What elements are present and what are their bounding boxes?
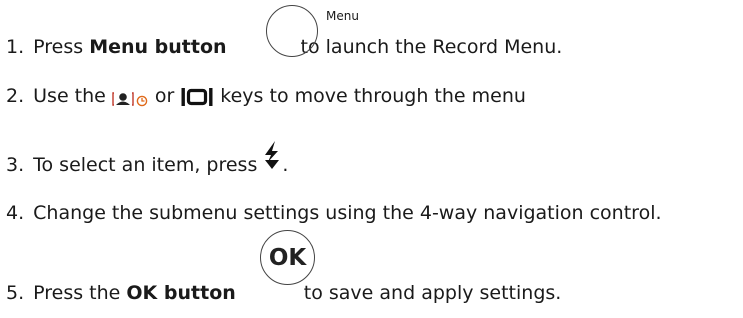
- step-text: .: [282, 154, 289, 176]
- step-text: Change the submenu settings using the 4-…: [33, 202, 662, 224]
- step-4: 4. Change the submenu settings using the…: [6, 202, 662, 224]
- step-3: 3. To select an item, press .: [6, 140, 288, 176]
- flash-icon: [265, 141, 280, 169]
- step-number: 4.: [6, 202, 25, 224]
- step-5: 5. Press the OK button to save and apply…: [6, 282, 561, 304]
- step-number: 5.: [6, 282, 25, 304]
- step-text: Use the: [33, 85, 106, 107]
- step-text: to launch the Record Menu.: [300, 36, 563, 58]
- step-text: keys to move through the menu: [220, 85, 526, 107]
- step-text: to save and apply settings.: [303, 282, 562, 304]
- step-text: To select an item, press: [33, 154, 258, 176]
- step-bold-text: OK button: [126, 282, 236, 304]
- step-bold-text: Menu button: [89, 36, 227, 58]
- step-text: Press the: [33, 282, 127, 304]
- ok-button-label: OK: [268, 244, 307, 271]
- menu-button-label: Menu: [326, 9, 359, 23]
- menu-button-icon: [266, 5, 318, 57]
- ok-button-icon: OK: [260, 230, 315, 285]
- step-2: 2. Use the or keys to move through the m…: [6, 85, 526, 107]
- step-number: 1.: [6, 36, 25, 58]
- display-mode-icon: [181, 88, 213, 106]
- face-detect-icon: [112, 92, 134, 106]
- self-timer-icon: [136, 95, 148, 107]
- step-text: or: [154, 85, 175, 107]
- step-text: Press: [33, 36, 90, 58]
- step-number: 2.: [6, 85, 25, 107]
- step-number: 3.: [6, 154, 25, 176]
